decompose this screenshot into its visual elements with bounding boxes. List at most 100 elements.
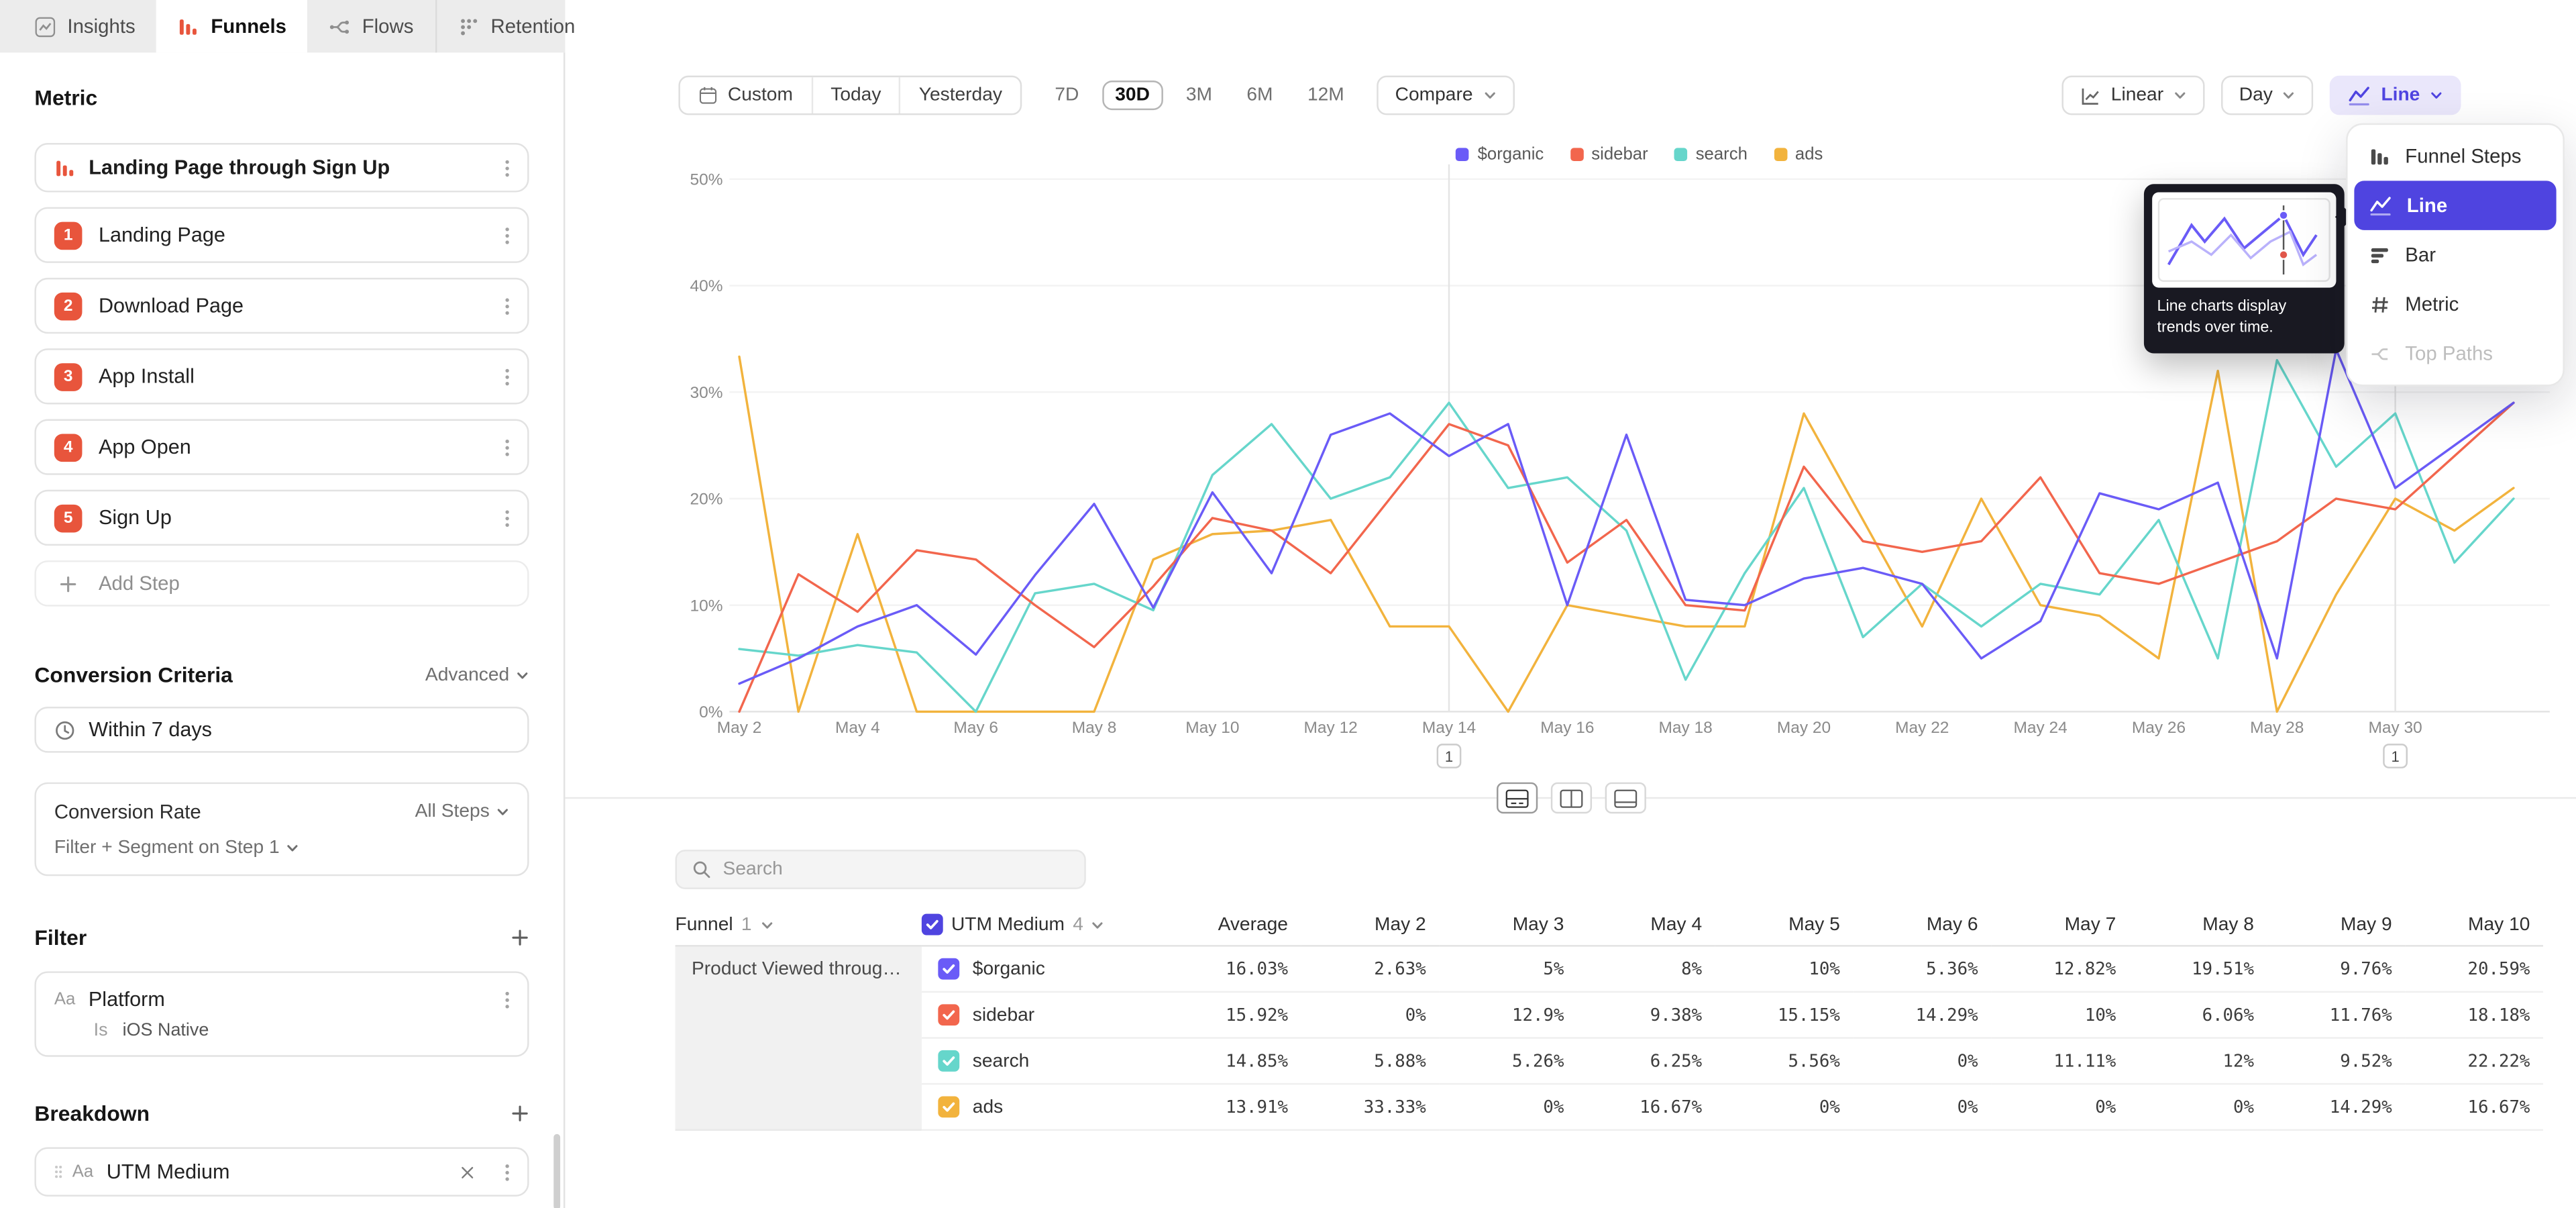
- cell-value: 6.06%: [2129, 993, 2267, 1039]
- filter-platform-card[interactable]: Aa Platform Is iOS Native: [34, 971, 529, 1056]
- cell-value: 14.29%: [2267, 1085, 2406, 1131]
- all-steps-dropdown[interactable]: All Steps: [415, 802, 510, 821]
- row-group-cell[interactable]: Product Viewed through P…: [676, 947, 922, 1131]
- menu-item-line[interactable]: Line: [2354, 181, 2556, 230]
- layout-toggle-layout-split[interactable]: [1496, 783, 1537, 814]
- group-header-label: UTM Medium: [951, 915, 1065, 934]
- x-axis-label: May 8: [1072, 719, 1117, 737]
- filter-value[interactable]: iOS Native: [123, 1021, 209, 1040]
- filter-segment-dropdown[interactable]: Filter + Segment on Step 1: [54, 838, 509, 858]
- menu-item-bar[interactable]: Bar: [2354, 230, 2556, 279]
- column-header-may-8[interactable]: May 8: [2129, 904, 2267, 947]
- funnel-step-sign-up[interactable]: 5Sign Up: [34, 490, 529, 546]
- tab-insights[interactable]: Insights: [13, 0, 157, 52]
- series-name: ads: [973, 1097, 1003, 1117]
- layout-toggle-layout-bottom[interactable]: [1604, 783, 1645, 814]
- series-checkbox[interactable]: [938, 1004, 959, 1025]
- column-header-may-6[interactable]: May 6: [1853, 904, 1991, 947]
- clock-icon: [54, 719, 76, 740]
- breakdown-utm-card[interactable]: Aa UTM Medium: [34, 1147, 529, 1196]
- column-header-may-9[interactable]: May 9: [2267, 904, 2406, 947]
- series-row-search[interactable]: search: [922, 1039, 1144, 1085]
- series-line-$organic[interactable]: [739, 350, 2514, 684]
- range-30d[interactable]: 30D: [1102, 81, 1163, 110]
- kebab-menu-icon[interactable]: [504, 224, 510, 246]
- series-checkbox[interactable]: [938, 958, 959, 980]
- date-preset-yesterday[interactable]: Yesterday: [899, 77, 1020, 113]
- kebab-menu-icon[interactable]: [504, 436, 510, 458]
- cell-value: 20.59%: [2405, 947, 2543, 993]
- column-header-may-2[interactable]: May 2: [1301, 904, 1440, 947]
- add-step-button[interactable]: Add Step: [34, 560, 529, 607]
- funnel-step-app-open[interactable]: 4App Open: [34, 419, 529, 474]
- sidebar-scrollbar[interactable]: [553, 1134, 560, 1208]
- funnel-icon: [54, 157, 76, 179]
- series-row-$organic[interactable]: $organic: [922, 947, 1144, 993]
- funnel-step-app-install[interactable]: 3App Install: [34, 348, 529, 404]
- menu-item-funnel-steps[interactable]: Funnel Steps: [2354, 132, 2556, 181]
- column-header-may-3[interactable]: May 3: [1439, 904, 1577, 947]
- legend-item-search[interactable]: search: [1674, 145, 1748, 164]
- kebab-menu-icon[interactable]: [504, 295, 510, 317]
- remove-breakdown-icon[interactable]: [459, 1164, 474, 1179]
- series-row-ads[interactable]: ads: [922, 1085, 1144, 1131]
- series-row-sidebar[interactable]: sidebar: [922, 993, 1144, 1039]
- chevron-down-icon: [1483, 89, 1496, 102]
- search-input[interactable]: [723, 860, 1070, 879]
- tab-funnels[interactable]: Funnels: [157, 0, 308, 52]
- granularity-dropdown[interactable]: Day: [2221, 76, 2314, 115]
- menu-item-label: Line: [2407, 194, 2447, 217]
- range-12m[interactable]: 12M: [1296, 81, 1356, 110]
- series-line-sidebar[interactable]: [739, 403, 2514, 711]
- menu-item-label: Funnel Steps: [2405, 145, 2521, 168]
- add-filter-button[interactable]: [511, 929, 529, 947]
- compare-button[interactable]: Compare: [1377, 76, 1514, 115]
- legend-item-sidebar[interactable]: sidebar: [1570, 145, 1648, 164]
- chevron-down-icon: [496, 805, 510, 819]
- column-header-average[interactable]: Average: [1143, 904, 1301, 947]
- series-checkbox[interactable]: [938, 1050, 959, 1072]
- drag-handle-icon[interactable]: [54, 1162, 62, 1181]
- scale-dropdown[interactable]: Linear: [2061, 76, 2204, 115]
- cell-value: 5.56%: [1715, 1039, 1854, 1085]
- menu-item-metric[interactable]: Metric: [2354, 279, 2556, 328]
- conversion-window[interactable]: Within 7 days: [34, 707, 529, 753]
- advanced-dropdown[interactable]: Advanced: [425, 665, 529, 685]
- filter-segment-label: Filter + Segment on Step 1: [54, 838, 280, 858]
- granularity-dropdown-label: Day: [2239, 85, 2273, 105]
- funnel-step-landing-page[interactable]: 1Landing Page: [34, 207, 529, 263]
- group-column-header[interactable]: UTM Medium4: [922, 904, 1144, 947]
- series-checkbox[interactable]: [938, 1096, 959, 1117]
- range-3m[interactable]: 3M: [1175, 81, 1224, 110]
- kebab-menu-icon[interactable]: [504, 507, 510, 529]
- series-line-ads[interactable]: [739, 356, 2514, 711]
- column-header-may-4[interactable]: May 4: [1577, 904, 1715, 947]
- add-breakdown-button[interactable]: [511, 1105, 529, 1123]
- column-header-may-7[interactable]: May 7: [1991, 904, 2129, 947]
- column-header-may-5[interactable]: May 5: [1715, 904, 1854, 947]
- chart-type-dropdown[interactable]: Line: [2330, 76, 2461, 115]
- range-7d[interactable]: 7D: [1043, 81, 1090, 110]
- check-icon: [941, 1054, 956, 1068]
- layout-toggle-layout-columns[interactable]: [1550, 783, 1591, 814]
- legend-item-$organic[interactable]: $organic: [1456, 145, 1544, 164]
- kebab-menu-icon[interactable]: [504, 1161, 510, 1182]
- funnel-card[interactable]: Landing Page through Sign Up: [34, 143, 529, 192]
- group-checkbox[interactable]: [922, 914, 943, 936]
- kebab-menu-icon[interactable]: [504, 157, 510, 179]
- funnel-column-header[interactable]: Funnel1: [676, 904, 922, 947]
- legend-item-ads[interactable]: ads: [1774, 145, 1823, 164]
- funnel-header-label: Funnel: [676, 915, 733, 934]
- tab-retention[interactable]: Retention: [435, 0, 596, 52]
- funnel-step-download-page[interactable]: 2Download Page: [34, 278, 529, 334]
- kebab-menu-icon[interactable]: [504, 989, 510, 1010]
- x-axis-label: May 2: [717, 719, 762, 737]
- chart-controls: Linear Day Line: [2061, 76, 2461, 115]
- date-preset-today[interactable]: Today: [811, 77, 899, 113]
- column-header-may-10[interactable]: May 10: [2405, 904, 2543, 947]
- filter-operator[interactable]: Is: [94, 1021, 108, 1040]
- date-preset-custom[interactable]: Custom: [680, 77, 811, 113]
- range-6m[interactable]: 6M: [1235, 81, 1284, 110]
- kebab-menu-icon[interactable]: [504, 366, 510, 387]
- tab-flows[interactable]: Flows: [308, 0, 435, 52]
